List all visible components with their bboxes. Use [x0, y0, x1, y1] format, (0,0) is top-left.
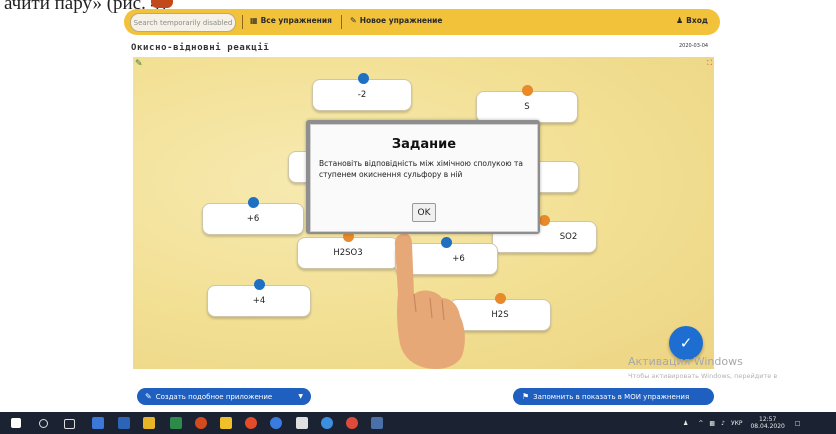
nav-all-exercises-label: Все упражнения: [260, 16, 332, 25]
user-icon: ♟: [676, 16, 684, 25]
card-label: H2SO3: [333, 248, 363, 258]
task-dialog: Задание Встановіть відповідність між хім…: [310, 124, 538, 232]
grid-icon: ▦: [250, 16, 258, 25]
pin-icon: [522, 85, 533, 96]
pin-icon: [495, 293, 506, 304]
nav-new-exercise-label: Новое упражнение: [359, 16, 443, 25]
card-label: -2: [357, 90, 367, 100]
pin-icon: [358, 73, 369, 84]
task-view-icon[interactable]: [64, 419, 75, 429]
system-tray[interactable]: ♟ ^ ▩ ♪ УКР 12:57 08.04.2020 □: [683, 412, 801, 434]
fullscreen-icon[interactable]: ⛶: [707, 59, 712, 68]
app-icon[interactable]: [92, 417, 104, 429]
bookmark-icon: ⚑: [522, 392, 530, 401]
dialog-title: Задание: [391, 137, 457, 152]
nav-new-exercise[interactable]: ✎ Новое упражнение: [350, 16, 443, 25]
volume-icon: ♪: [721, 419, 725, 427]
windows-start-icon[interactable]: [11, 418, 21, 428]
notifications-icon[interactable]: □: [795, 420, 801, 427]
windows-activation-title: Активация Windows: [628, 355, 743, 368]
windows-taskbar: ♟ ^ ▩ ♪ УКР 12:57 08.04.2020 □: [0, 412, 836, 434]
divider: [341, 15, 342, 29]
site-logo: [151, 0, 173, 8]
windows-activation-subtitle: Чтобы активировать Windows, перейдите в: [628, 372, 778, 380]
network-icon: ▩: [709, 419, 716, 427]
clock-time: 12:57: [759, 416, 777, 423]
pointing-hand-icon: [394, 233, 465, 369]
file-explorer-icon[interactable]: [143, 417, 155, 429]
pencil-square-icon: ✎: [145, 392, 152, 401]
card-label: +6: [246, 214, 260, 224]
app-icon[interactable]: [170, 417, 182, 429]
card-compound[interactable]: S: [476, 85, 578, 123]
save-to-my-exercises-button[interactable]: ⚑ Запомнить в показать в МОИ упражнения: [513, 388, 714, 405]
page-title: Окисно-відновні реакції: [131, 43, 270, 53]
opera-icon[interactable]: [195, 417, 207, 429]
chevron-up-icon: ^: [698, 419, 704, 427]
login-label: Вход: [686, 16, 708, 25]
card-oxidation-state[interactable]: -2: [312, 73, 412, 111]
card-oxidation-state[interactable]: +6: [202, 197, 304, 235]
caret-down-icon: ▼: [298, 393, 303, 400]
ok-button[interactable]: OK: [412, 203, 436, 222]
date-label: 2020-03-04: [679, 43, 709, 49]
language-indicator[interactable]: УКР: [731, 420, 743, 427]
dialog-text: Встановіть відповідність між хімічною сп…: [319, 159, 523, 179]
chrome-icon[interactable]: [346, 417, 358, 429]
nav-all-exercises[interactable]: ▦ Все упражнения: [250, 16, 332, 25]
clock[interactable]: 12:57 08.04.2020: [750, 416, 784, 430]
pencil-icon: ✎: [350, 16, 357, 25]
divider: [242, 15, 243, 29]
login-button[interactable]: ♟ Вход: [676, 16, 708, 25]
top-navigation-bar: Search temporarily disabled ▦ Все упражн…: [124, 9, 720, 35]
card-label: H2S: [491, 310, 509, 320]
card-oxidation-state[interactable]: +4: [207, 279, 311, 317]
create-similar-app-button[interactable]: ✎ Создать подобное приложение ▼: [137, 388, 311, 405]
pin-icon: [539, 215, 550, 226]
edge-icon[interactable]: [270, 417, 282, 429]
search-input[interactable]: Search temporarily disabled: [130, 13, 236, 32]
save-to-my-exercises-label: Запомнить в показать в МОИ упражнения: [533, 392, 690, 401]
app-icon[interactable]: [371, 417, 383, 429]
card-compound[interactable]: H2SO3: [297, 231, 399, 269]
edit-icon[interactable]: ✎: [135, 59, 143, 69]
pin-icon: [254, 279, 265, 290]
clock-date: 08.04.2020: [750, 423, 785, 430]
app-icon[interactable]: [118, 417, 130, 429]
card-label: SO2: [559, 232, 578, 242]
pin-icon: [248, 197, 259, 208]
card-label: +4: [252, 296, 266, 306]
mail-icon[interactable]: [296, 417, 308, 429]
people-icon: ♟: [683, 419, 689, 427]
app-icon[interactable]: [220, 417, 232, 429]
create-similar-label: Создать подобное приложение: [155, 392, 273, 401]
app-icon[interactable]: [321, 417, 333, 429]
search-icon[interactable]: [39, 419, 48, 428]
card-label: S: [524, 102, 530, 112]
app-icon[interactable]: [245, 417, 257, 429]
